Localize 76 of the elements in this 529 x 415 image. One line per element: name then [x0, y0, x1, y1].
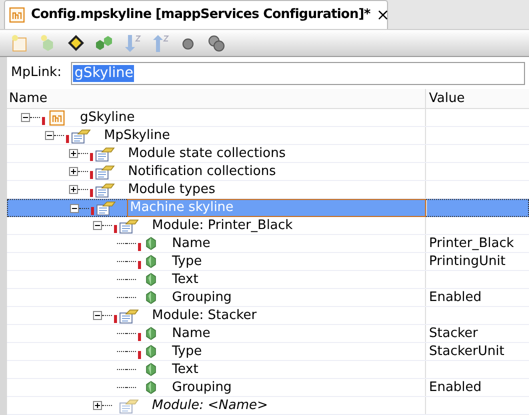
- close-button[interactable]: ×: [376, 3, 390, 27]
- tree-row[interactable]: Type PrintingUnit: [7, 253, 529, 271]
- column-header[interactable]: Value: [425, 88, 529, 108]
- selected-text: gSkyline: [73, 64, 134, 82]
- node-label: Grouping: [171, 290, 233, 306]
- tree-row[interactable]: Type StackerUnit: [7, 343, 529, 361]
- node-label: Module state collections: [127, 146, 287, 162]
- node-label: Module: Stacker: [151, 308, 258, 324]
- gem-icon: [146, 255, 156, 268]
- node-label: Type: [171, 254, 203, 270]
- collapse-icon[interactable]: [93, 311, 102, 320]
- expand-icon[interactable]: [69, 185, 78, 194]
- tree-row[interactable]: Module: <Name>: [7, 397, 529, 415]
- gem-icon: [146, 327, 156, 340]
- new-item-icon: [119, 398, 139, 414]
- node-label: Type: [171, 344, 203, 360]
- collapse-icon[interactable]: [70, 204, 79, 212]
- tree-row[interactable]: Module: Stacker: [7, 307, 529, 325]
- value-cell-text: Stacker: [429, 324, 478, 343]
- balls-icon[interactable]: [206, 33, 226, 53]
- node-label: Grouping: [171, 380, 233, 396]
- tree-row[interactable]: Name Printer_Black: [7, 235, 529, 253]
- node-label: Module types: [127, 182, 216, 198]
- gems-icon[interactable]: [94, 33, 114, 53]
- node-label: Text: [171, 272, 200, 288]
- value-cell-text: StackerUnit: [429, 342, 504, 361]
- tab-title: Config.mpskyline [mappServices Configuration]*: [31, 6, 370, 24]
- tree-row[interactable]: Grouping Enabled: [7, 379, 529, 397]
- config-icon: [119, 218, 139, 234]
- expand-icon[interactable]: [69, 167, 78, 176]
- node-label: MpSkyline: [103, 128, 171, 144]
- gem-icon: [146, 237, 156, 250]
- tree-row[interactable]: Module state collections: [7, 145, 529, 163]
- tree-row[interactable]: Module: Printer_Black: [7, 217, 529, 235]
- gem-icon: [146, 345, 156, 358]
- value-cell-text: Enabled: [429, 378, 482, 397]
- value-cell-text: Enabled: [429, 288, 482, 307]
- expand-icon[interactable]: [69, 149, 78, 158]
- config-icon: [96, 200, 116, 216]
- tree-row[interactable]: gSkyline: [7, 109, 529, 127]
- mplink-label: MpLink:: [11, 64, 62, 82]
- tree-row[interactable]: Notification collections: [7, 163, 529, 181]
- module-icon: [9, 7, 25, 23]
- tree-row[interactable]: Name Stacker: [7, 325, 529, 343]
- editor-tab[interactable]: Config.mpskyline [mappServices Configuration]* ×: [4, 0, 388, 29]
- tree-row[interactable]: Text: [7, 361, 529, 379]
- tree-row[interactable]: Grouping Enabled: [7, 289, 529, 307]
- node-label: Module: Printer_Black: [151, 218, 294, 234]
- config-icon: [71, 128, 91, 144]
- tree-row[interactable]: Text: [7, 271, 529, 289]
- node-label: Name: [171, 236, 212, 252]
- gem-icon: [146, 381, 156, 394]
- node-label: Notification collections: [127, 164, 277, 180]
- value-cell-text: Printer_Black: [429, 234, 514, 253]
- tree-row[interactable]: MpSkyline: [7, 127, 529, 145]
- expand-icon[interactable]: [93, 401, 102, 410]
- module-icon: [49, 110, 65, 126]
- config-icon: [95, 146, 115, 162]
- node-label: Machine skyline: [127, 199, 426, 217]
- config-icon: [95, 164, 115, 180]
- node-label: Text: [171, 362, 200, 378]
- node-label: Name: [171, 326, 212, 342]
- config-icon: [95, 182, 115, 198]
- collapse-icon[interactable]: [21, 113, 30, 122]
- gem-icon: [146, 363, 156, 376]
- collapse-icon[interactable]: [93, 221, 102, 230]
- collapse-icon[interactable]: [45, 131, 54, 140]
- config-icon: [119, 308, 139, 324]
- node-label: Module: <Name>: [151, 398, 269, 414]
- column-header[interactable]: Name: [7, 88, 425, 108]
- value-cell-text: PrintingUnit: [429, 252, 506, 271]
- gem-icon: [146, 273, 156, 286]
- target-icon[interactable]: [66, 33, 86, 53]
- node-label: gSkyline: [79, 110, 136, 126]
- gem-icon: [146, 291, 156, 304]
- mplink-field[interactable]: gSkyline: [71, 62, 525, 84]
